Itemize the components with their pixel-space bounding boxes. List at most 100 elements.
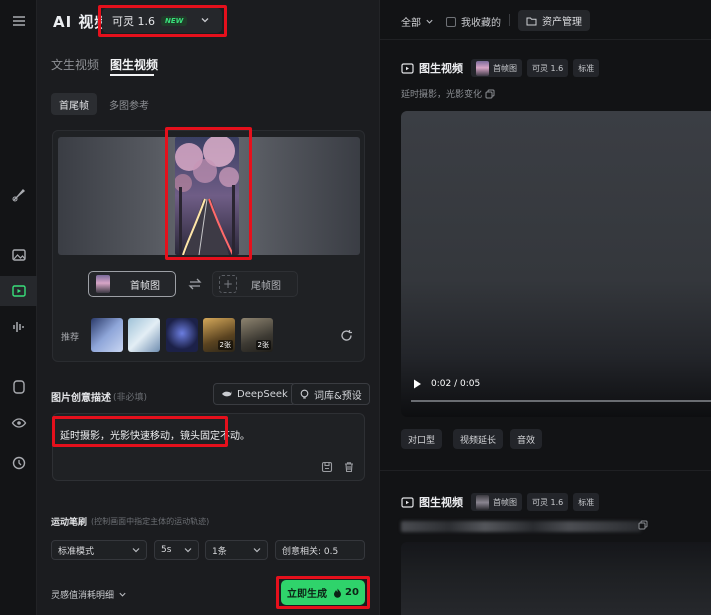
recommend-count-badge: 2张 [217,340,233,350]
tab-underline [110,74,154,76]
audio-icon[interactable] [0,312,37,342]
lip-sync-button[interactable]: 对口型 [401,429,443,449]
deepseek-icon [222,391,232,397]
chevron-down-icon [132,548,140,553]
save-icon[interactable] [321,461,333,473]
cost-detail-label: 灵感值消耗明细 [51,591,115,601]
cost-detail-toggle[interactable]: 灵感值消耗明细 [51,588,127,601]
folder-icon [526,17,537,25]
trash-icon[interactable] [343,461,355,473]
filter-label: 全部 [401,18,421,29]
results-panel: 全部 我收藏的 资产管理 图生视频 首帧图 可灵 1.6 标准 延时摄影，光影变… [379,0,711,615]
result-prompt-text: 延时摄影，光影变化 [401,90,483,100]
generate-cost-value: 20 [345,587,359,598]
count-select[interactable]: 1条 [205,540,268,560]
duration-value: 5s [161,545,172,555]
recommend-thumb[interactable]: 2张 [203,318,235,352]
relevance-value: 创意相关: 0.5 [282,546,339,557]
generate-button[interactable]: 立即生成 20 [281,580,365,605]
chevron-down-icon [201,18,209,23]
flame-icon [334,588,342,598]
mode-value: 标准模式 [58,546,95,557]
first-frame-preview[interactable] [175,137,239,255]
chevron-down-icon [119,592,126,597]
subtab-first-last-frame[interactable]: 首尾帧 [51,93,97,115]
prompt-optional-hint: (非必填) [113,393,148,403]
extend-video-button[interactable]: 视频延长 [453,429,504,449]
relevance-select[interactable]: 创意相关: 0.5 [275,540,365,560]
new-badge: NEW [161,15,188,26]
copy-icon[interactable] [638,520,648,530]
sound-effect-button[interactable]: 音效 [510,429,543,449]
result-thumb [476,494,489,510]
subtab-multi-image[interactable]: 多图参考 [101,93,157,115]
duration-select[interactable]: 5s [154,540,199,560]
first-frame-label: 首帧图 [130,280,160,292]
video-icon[interactable] [0,276,37,306]
model-name: 可灵 1.6 [112,14,155,28]
tab-text-to-video[interactable]: 文生视频 [51,56,99,73]
image-icon[interactable] [0,240,37,270]
result-tag-label: 首帧图 [493,63,517,73]
clock-icon[interactable] [0,448,37,478]
last-frame-label: 尾帧图 [251,280,281,292]
last-frame-button[interactable]: + 尾帧图 [212,271,298,297]
preset-button[interactable]: 词库&预设 [291,383,370,405]
recommend-thumb[interactable] [166,318,198,352]
recommend-label: 推荐 [61,333,80,343]
recommend-thumb[interactable]: 2张 [241,318,273,352]
prompt-input[interactable]: 延时摄影，光影快速移动，镜头固定不动。 [52,413,365,481]
video-player[interactable]: 0:02 / 0:05 [401,111,711,417]
result-prompt: 延时摄影，光影变化 [401,87,495,100]
eye-icon[interactable] [0,408,37,438]
video-time: 0:02 / 0:05 [431,379,481,389]
model-select[interactable]: 可灵 1.6 NEW [102,8,222,33]
recommend-count-badge: 2张 [255,340,271,350]
side-rail [0,0,37,615]
first-frame-button[interactable]: 首帧图 [88,271,176,297]
chevron-down-icon [426,19,433,24]
result-tag-quality: 标准 [573,59,600,77]
result-tag-first-frame: 首帧图 [471,493,522,511]
mode-select[interactable]: 标准模式 [51,540,147,560]
result-tag-first-frame: 首帧图 [471,59,522,77]
video-controls: 0:02 / 0:05 [413,379,480,389]
video-player[interactable] [401,542,711,615]
generate-label: 立即生成 [287,589,328,600]
prompt-text: 延时摄影，光影快速移动，镜头固定不动。 [60,431,250,442]
asset-management-button[interactable]: 资产管理 [518,10,590,31]
generate-cost: 20 [333,587,359,598]
box-icon[interactable] [0,372,37,402]
result-tag-model: 可灵 1.6 [527,493,569,511]
filter-select[interactable]: 全部 [401,14,434,29]
copy-icon[interactable] [485,89,495,99]
recommend-thumb[interactable] [128,318,160,352]
favorites-label: 我收藏的 [461,18,501,29]
video-progress-bar[interactable] [411,400,711,402]
favorites-toggle[interactable]: 我收藏的 [446,14,501,29]
prompt-title: 图片创意描述 [51,393,111,404]
plus-icon: + [219,275,237,293]
menu-icon[interactable] [0,6,37,36]
toolbar-divider [509,14,510,26]
refresh-icon[interactable] [340,329,353,342]
results-toolbar: 全部 我收藏的 资产管理 [380,0,711,40]
chevron-down-icon [253,548,261,553]
result-tag-model: 可灵 1.6 [527,59,569,77]
play-icon[interactable] [413,379,422,389]
recommend-thumb[interactable] [91,318,123,352]
favorites-checkbox[interactable] [446,16,456,27]
deepseek-label: DeepSeek [237,388,288,400]
result-header: 图生视频 首帧图 可灵 1.6 标准 [401,492,604,512]
result-title: 图生视频 [419,496,463,509]
first-frame-thumb [96,275,110,293]
result-thumb [476,60,489,76]
brush-icon[interactable] [0,180,37,210]
result-title: 图生视频 [419,62,463,75]
result-header: 图生视频 首帧图 可灵 1.6 标准 [401,58,604,78]
swap-icon[interactable] [188,277,202,291]
count-value: 1条 [212,546,227,557]
tab-image-to-video[interactable]: 图生视频 [110,56,158,73]
deepseek-button[interactable]: DeepSeek [213,383,296,405]
result-tag-quality: 标准 [573,493,600,511]
